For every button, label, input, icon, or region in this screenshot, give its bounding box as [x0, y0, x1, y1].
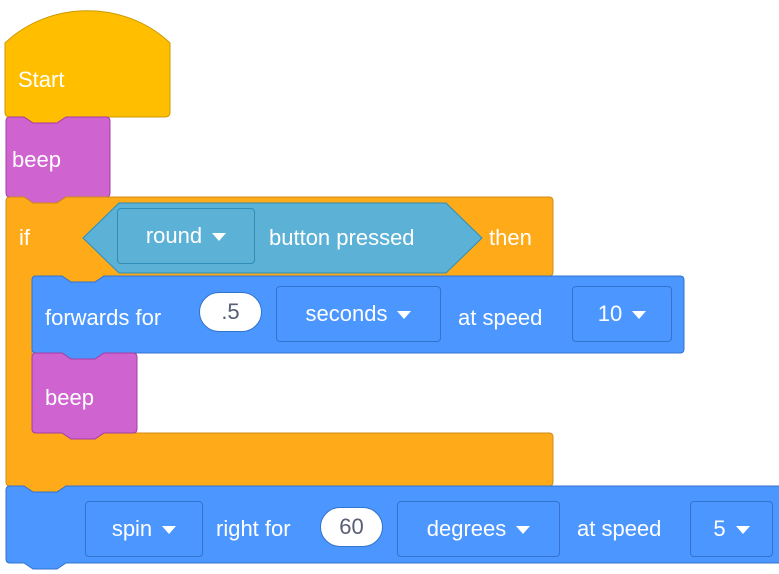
beep-label-2: beep	[45, 385, 94, 410]
spin-speed-dropdown[interactable]: 5	[690, 501, 773, 557]
forwards-at-speed-label: at speed	[458, 305, 543, 330]
if-label: if	[19, 225, 30, 250]
right-for-label: right for	[216, 516, 291, 541]
button-dropdown[interactable]: round	[117, 208, 255, 264]
spin-direction-dropdown[interactable]: spin	[85, 501, 203, 557]
forwards-speed-dropdown[interactable]: 10	[572, 286, 672, 342]
forwards-for-label: forwards for	[45, 305, 162, 330]
spin-amount-input[interactable]: 60	[320, 507, 383, 547]
button-pressed-label: button pressed	[269, 225, 415, 250]
spin-direction-value: spin	[111, 516, 153, 541]
forwards-speed-value: 10	[597, 301, 623, 326]
chevron-down-icon	[735, 526, 750, 534]
button-dropdown-value: round	[145, 223, 203, 248]
chevron-down-icon	[162, 526, 177, 534]
chevron-down-icon	[397, 311, 412, 319]
time-unit-dropdown[interactable]: seconds	[276, 286, 441, 342]
code-canvas: Start beep if round button pressed then …	[0, 0, 779, 574]
start-label: Start	[18, 67, 65, 92]
spin-at-speed-label: at speed	[577, 516, 662, 541]
chevron-down-icon	[632, 311, 647, 319]
then-label: then	[489, 225, 532, 250]
chevron-down-icon	[212, 233, 227, 241]
spin-unit-value: degrees	[426, 516, 507, 541]
spin-speed-value: 5	[713, 516, 726, 541]
duration-input[interactable]: .5	[199, 292, 262, 332]
spin-unit-dropdown[interactable]: degrees	[397, 501, 560, 557]
time-unit-value: seconds	[305, 301, 388, 326]
beep-label-1: beep	[12, 147, 61, 172]
chevron-down-icon	[516, 526, 531, 534]
